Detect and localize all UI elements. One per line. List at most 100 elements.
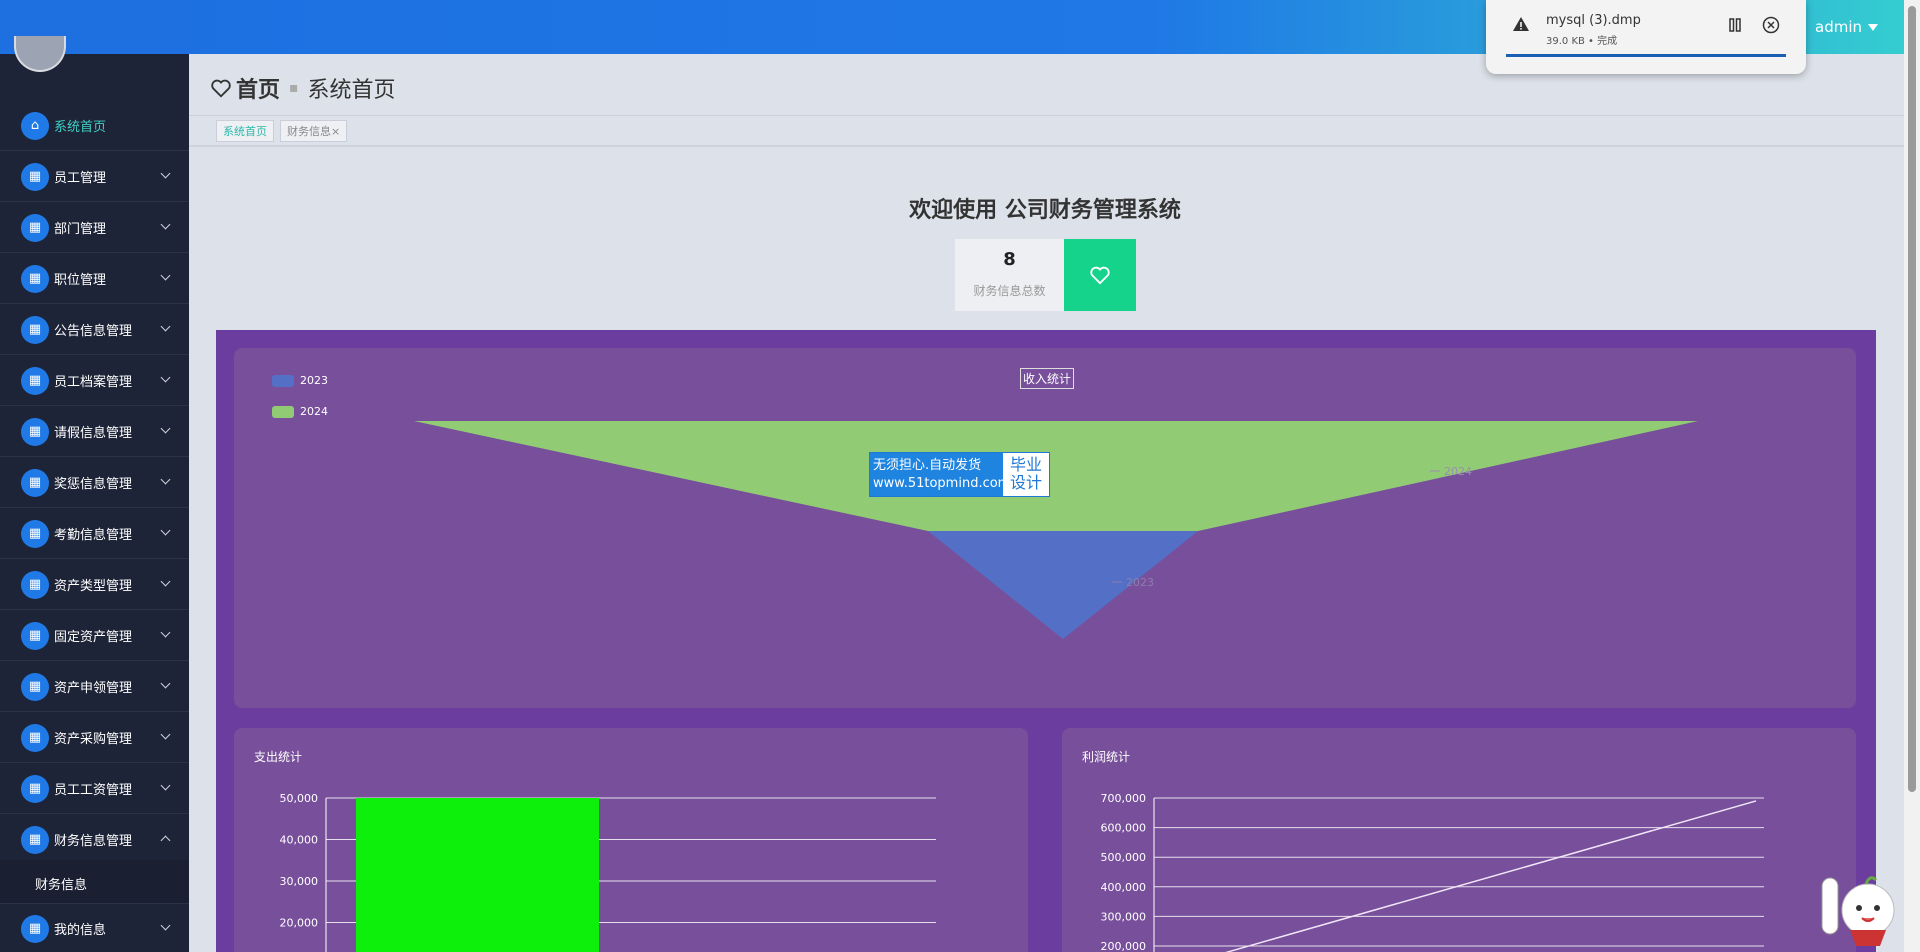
stat-card[interactable]: 8 财务信息总数: [955, 239, 1136, 311]
sidebar-item[interactable]: ▦ 公告信息管理: [0, 305, 189, 355]
building-icon: ▦: [21, 723, 49, 752]
funnel-chart: 2024 2023: [414, 421, 1698, 639]
grid-icon: ▦: [21, 315, 49, 344]
bar-chart: 50,000 40,000 30,000 20,000: [280, 792, 936, 952]
chevron-down-icon: [160, 729, 171, 740]
chevron-down-icon: [160, 372, 171, 383]
divider: [189, 115, 1904, 116]
bar-chart-icon: ▦: [21, 672, 49, 701]
y-tick-label: 500,000: [1101, 851, 1147, 864]
sidebar-item[interactable]: ▦ 资产申领管理: [0, 662, 189, 712]
sidebar-item-label: 资产类型管理: [54, 579, 133, 594]
scrollbar-thumb[interactable]: [1908, 6, 1916, 792]
sidebar-item-label: 公告信息管理: [54, 324, 133, 339]
mascot-image: [1821, 876, 1895, 946]
sidebar-item-label: 职位管理: [54, 273, 107, 288]
cancel-icon[interactable]: [1762, 16, 1780, 34]
chevron-down-icon: [160, 525, 171, 536]
send-icon: ▦: [21, 825, 49, 854]
sidebar-subitem-finance-info[interactable]: 财务信息: [0, 860, 189, 904]
caret-down-icon: [1868, 23, 1878, 31]
welcome-heading: 欢迎使用 公司财务管理系统: [909, 198, 1181, 223]
card-icon: ▦: [21, 914, 49, 943]
download-meta: 39.0 KB • 完成: [1546, 36, 1618, 47]
heart-icon: [211, 79, 231, 98]
pause-icon[interactable]: [1728, 18, 1742, 32]
title-separator: ▪: [289, 80, 299, 96]
sidebar-item-label: 系统首页: [54, 120, 107, 135]
tab-finance[interactable]: 财务信息×: [280, 120, 348, 142]
expense-chart-card: 支出统计 50,000 40,000 30,000 20,000: [234, 728, 1028, 952]
sidebar-item-label: 奖惩信息管理: [54, 477, 133, 492]
ad-text: 无须担心.自动发货 www.51topmind.com: [870, 453, 1010, 496]
y-tick-label: 400,000: [1101, 881, 1147, 894]
sidebar: ⌂ 系统首页 ▦ 员工管理 ▦ 部门管理 ▦ 职位管理 ▦ 公告信息管理 ▦ 员工档案管理 ▦ 请假信息管…: [0, 36, 189, 952]
chart-icon: ▦: [21, 366, 49, 395]
list-icon: ▦: [21, 417, 49, 446]
sidebar-item[interactable]: ▦ 奖惩信息管理: [0, 458, 189, 508]
funnel-label-2024: 2024: [1444, 465, 1472, 478]
home-icon: ⌂: [21, 111, 49, 140]
sidebar-item-label: 考勤信息管理: [54, 528, 133, 543]
chevron-down-icon: [160, 920, 171, 931]
ad-badge-line1: 毕业: [1009, 455, 1042, 474]
funnel-segment-2023[interactable]: [928, 531, 1198, 639]
tab-home[interactable]: 系统首页: [216, 120, 274, 142]
user-name: admin: [1815, 18, 1862, 36]
sidebar-item[interactable]: ▦ 固定资产管理: [0, 611, 189, 661]
charts-panel: 2023 2024 收入统计 2024 2023 支出统计 50,000 40,00…: [216, 330, 1876, 952]
y-tick-label: 200,000: [1101, 940, 1147, 952]
sidebar-item-label: 资产申领管理: [54, 681, 133, 696]
line-chart: 700,000 600,000 500,000 400,000 300,000 200,0…: [1101, 792, 1764, 952]
y-tick-label: 40,000: [280, 834, 319, 847]
page-title: 首页 ▪ 系统首页: [210, 72, 396, 104]
profit-chart-card: 利润统计 700,000 600,000 500,000 400,000 300,000…: [1062, 728, 1856, 952]
grid-icon: ▦: [21, 468, 49, 497]
stat-value: 8: [1003, 249, 1016, 270]
y-tick-label: 50,000: [280, 792, 319, 805]
y-tick-label: 700,000: [1101, 792, 1147, 805]
chevron-down-icon: [160, 474, 171, 485]
sidebar-item-label: 固定资产管理: [54, 630, 133, 645]
sidebar-item[interactable]: ▦ 职位管理: [0, 254, 189, 304]
grid-icon: ▦: [21, 519, 49, 548]
sidebar-item-label: 财务信息管理: [54, 834, 133, 849]
ad-banner[interactable]: 无须担心.自动发货 www.51topmind.com 毕业 设计: [869, 452, 1050, 497]
title-sub: 系统首页: [307, 78, 396, 103]
chevron-down-icon: [160, 423, 171, 434]
ad-badge-line2: 设计: [1009, 473, 1042, 492]
sidebar-item[interactable]: ▦ 我的信息: [0, 904, 189, 952]
funnel-label-2023: 2023: [1126, 576, 1154, 589]
heart-icon: [1090, 266, 1110, 285]
sidebar-item-label: 请假信息管理: [54, 426, 133, 441]
income-chart-card: 2023 2024 收入统计 2024 2023: [234, 348, 1856, 708]
sidebar-item-label: 员工工资管理: [54, 783, 133, 798]
sidebar-item[interactable]: ▦ 请假信息管理: [0, 407, 189, 457]
chevron-down-icon: [160, 270, 171, 281]
sidebar-item[interactable]: ▦ 财务信息管理: [0, 815, 189, 865]
page-scrollbar[interactable]: [1904, 0, 1920, 952]
sidebar-item[interactable]: ▦ 资产类型管理: [0, 560, 189, 610]
sidebar-item-label: 资产采购管理: [54, 732, 133, 747]
sidebar-item[interactable]: ▦ 员工工资管理: [0, 764, 189, 814]
y-tick-label: 600,000: [1101, 822, 1147, 835]
ad-badge: 毕业 设计: [1003, 453, 1049, 496]
sidebar-item[interactable]: ⌂ 系统首页: [0, 101, 189, 151]
warning-icon: [1513, 17, 1529, 31]
grid-icon: ▦: [21, 162, 49, 191]
funnel-segment-2024[interactable]: [414, 421, 1698, 531]
sliders-icon: ▦: [21, 774, 49, 803]
user-menu[interactable]: admin: [1815, 18, 1878, 36]
profit-line[interactable]: [1197, 800, 1757, 952]
divider: [189, 145, 1904, 147]
stat-caption: 财务信息总数: [973, 284, 1046, 298]
chevron-down-icon: [160, 321, 171, 332]
bar[interactable]: [356, 798, 599, 952]
chevron-down-icon: [160, 168, 171, 179]
ad-line1: 无须担心.自动发货: [873, 458, 982, 473]
sidebar-item[interactable]: ▦ 员工档案管理: [0, 356, 189, 406]
chevron-down-icon: [160, 627, 171, 638]
sidebar-item[interactable]: ▦ 考勤信息管理: [0, 509, 189, 559]
download-filename[interactable]: mysql (3).dmp: [1546, 13, 1641, 28]
sidebar-item[interactable]: ▦ 资产采购管理: [0, 713, 189, 763]
